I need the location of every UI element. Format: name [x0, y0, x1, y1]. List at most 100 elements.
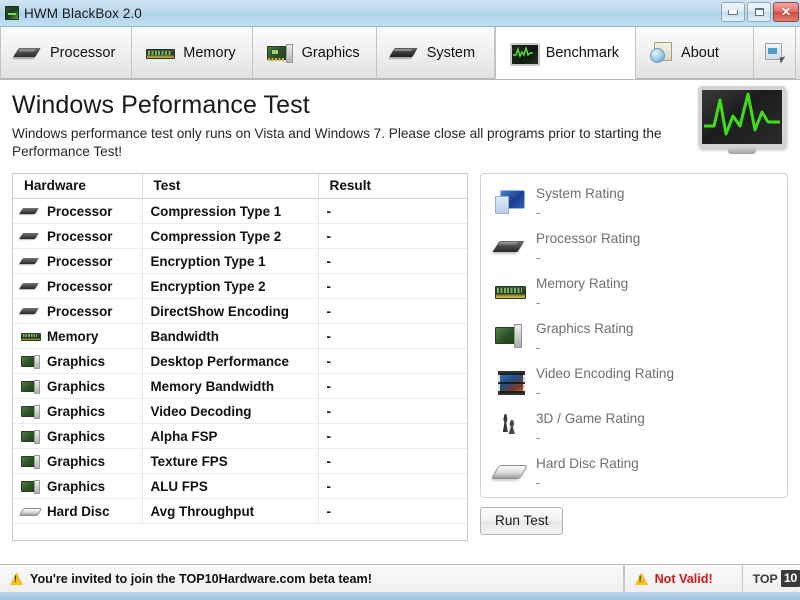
table-row[interactable]: Graphics Video Decoding - [13, 399, 467, 424]
title-bar: HWM BlackBox 2.0 ✕ [0, 0, 800, 27]
cell-hardware: Hard Disc [13, 499, 142, 524]
gpu-icon [21, 380, 40, 393]
gpu-icon [267, 44, 293, 62]
rating-item-video-encoding: Video Encoding Rating - [495, 364, 777, 409]
table-row[interactable]: Graphics ALU FPS - [13, 474, 467, 499]
tab-label: Benchmark [546, 45, 619, 61]
ram-icon [495, 278, 525, 308]
status-message: You're invited to join the TOP10Hardware… [30, 572, 372, 586]
warning-triangle-icon [635, 573, 648, 585]
cell-hardware: Processor [13, 274, 142, 299]
cell-hardware: Processor [13, 199, 142, 224]
cpu-icon [21, 256, 40, 267]
cell-test: DirectShow Encoding [142, 299, 318, 324]
minimize-button[interactable] [721, 2, 745, 22]
tab-about[interactable]: About [636, 27, 754, 79]
rating-label: Memory Rating [536, 276, 628, 291]
cell-result: - [318, 499, 467, 524]
table-row[interactable]: Graphics Texture FPS - [13, 449, 467, 474]
cell-test: ALU FPS [142, 474, 318, 499]
maximize-button[interactable] [747, 2, 771, 22]
cell-result: - [318, 349, 467, 374]
run-test-button[interactable]: Run Test [480, 507, 563, 535]
cpu-icon [15, 45, 41, 60]
cell-result: - [318, 199, 467, 224]
column-header-result[interactable]: Result [318, 174, 467, 199]
tab-memory[interactable]: Memory [132, 27, 252, 79]
rating-value: - [536, 475, 639, 491]
cell-test: Compression Type 2 [142, 224, 318, 249]
table-row[interactable]: Graphics Alpha FSP - [13, 424, 467, 449]
ram-icon [146, 45, 174, 60]
logo-text-top: TOP [753, 572, 778, 586]
app-icon [5, 6, 19, 20]
mainboard-icon [391, 45, 418, 60]
rating-item-memory: Memory Rating - [495, 274, 777, 319]
bottom-strip [0, 592, 800, 600]
top10hardware-logo[interactable]: TOP 10 [743, 565, 800, 592]
rating-label: Graphics Rating [536, 321, 633, 336]
cpu-icon [21, 231, 40, 242]
rating-value: - [536, 250, 640, 266]
tab-label: Processor [50, 45, 115, 61]
tab-benchmark[interactable]: Benchmark [495, 27, 636, 79]
minimize-icon [728, 10, 738, 15]
tab-report-overflow[interactable] [754, 27, 796, 79]
rating-value: - [536, 430, 645, 446]
table-row[interactable]: Processor Encryption Type 1 - [13, 249, 467, 274]
tab-label: About [681, 45, 719, 61]
cell-hardware: Memory [13, 324, 142, 349]
benchmark-body: Hardware Test Result Processor Compressi… [12, 173, 788, 541]
close-icon: ✕ [781, 6, 791, 18]
status-validity-section[interactable]: Not Valid! [625, 565, 743, 592]
page-title: Windows Peformance Test [12, 91, 788, 119]
cell-test: Video Decoding [142, 399, 318, 424]
hdd-icon [495, 458, 525, 488]
ratings-panel: System Rating - Processor Rating - [480, 173, 788, 498]
gpu-icon [21, 355, 40, 368]
status-message-section[interactable]: You're invited to join the TOP10Hardware… [0, 565, 625, 592]
cell-hardware: Graphics [13, 424, 142, 449]
table-row[interactable]: Processor Compression Type 2 - [13, 224, 467, 249]
cell-result: - [318, 449, 467, 474]
cpu-icon [495, 233, 525, 263]
cell-test: Encryption Type 1 [142, 249, 318, 274]
cpu-icon [21, 206, 40, 217]
warning-triangle-icon [10, 573, 23, 585]
cell-result: - [318, 374, 467, 399]
table-row[interactable]: Processor Compression Type 1 - [13, 199, 467, 224]
table-row[interactable]: Memory Bandwidth - [13, 324, 467, 349]
cell-test: Alpha FSP [142, 424, 318, 449]
column-header-hardware[interactable]: Hardware [13, 174, 142, 199]
table-row[interactable]: Processor Encryption Type 2 - [13, 274, 467, 299]
rating-item-hard-disc: Hard Disc Rating - [495, 454, 777, 498]
system-icon [495, 188, 525, 218]
rating-value: - [536, 205, 624, 221]
cell-result: - [318, 274, 467, 299]
rating-item-system: System Rating - [495, 184, 777, 229]
close-button[interactable]: ✕ [773, 2, 799, 22]
tab-bar: Processor Memory Graphics System [0, 27, 800, 80]
tab-processor[interactable]: Processor [0, 27, 132, 79]
waveform-monitor-icon [698, 86, 786, 156]
rating-value: - [536, 295, 628, 311]
table-row[interactable]: Graphics Desktop Performance - [13, 349, 467, 374]
tab-label: Memory [183, 45, 235, 61]
table-row[interactable]: Hard Disc Avg Throughput - [13, 499, 467, 524]
table-row[interactable]: Processor DirectShow Encoding - [13, 299, 467, 324]
rating-label: System Rating [536, 186, 624, 201]
tab-graphics[interactable]: Graphics [253, 27, 377, 79]
tab-system[interactable]: System [377, 27, 495, 79]
cell-hardware: Processor [13, 299, 142, 324]
cell-hardware: Processor [13, 249, 142, 274]
logo-text-ten: 10 [781, 570, 800, 587]
benchmark-table-container[interactable]: Hardware Test Result Processor Compressi… [12, 173, 468, 541]
table-row[interactable]: Graphics Memory Bandwidth - [13, 374, 467, 399]
cell-result: - [318, 424, 467, 449]
monitor-icon [510, 43, 537, 63]
rating-item-processor: Processor Rating - [495, 229, 777, 274]
column-header-test[interactable]: Test [142, 174, 318, 199]
rating-item-3d-game: 3D / Game Rating - [495, 409, 777, 454]
cell-test: Compression Type 1 [142, 199, 318, 224]
video-icon [495, 368, 525, 398]
